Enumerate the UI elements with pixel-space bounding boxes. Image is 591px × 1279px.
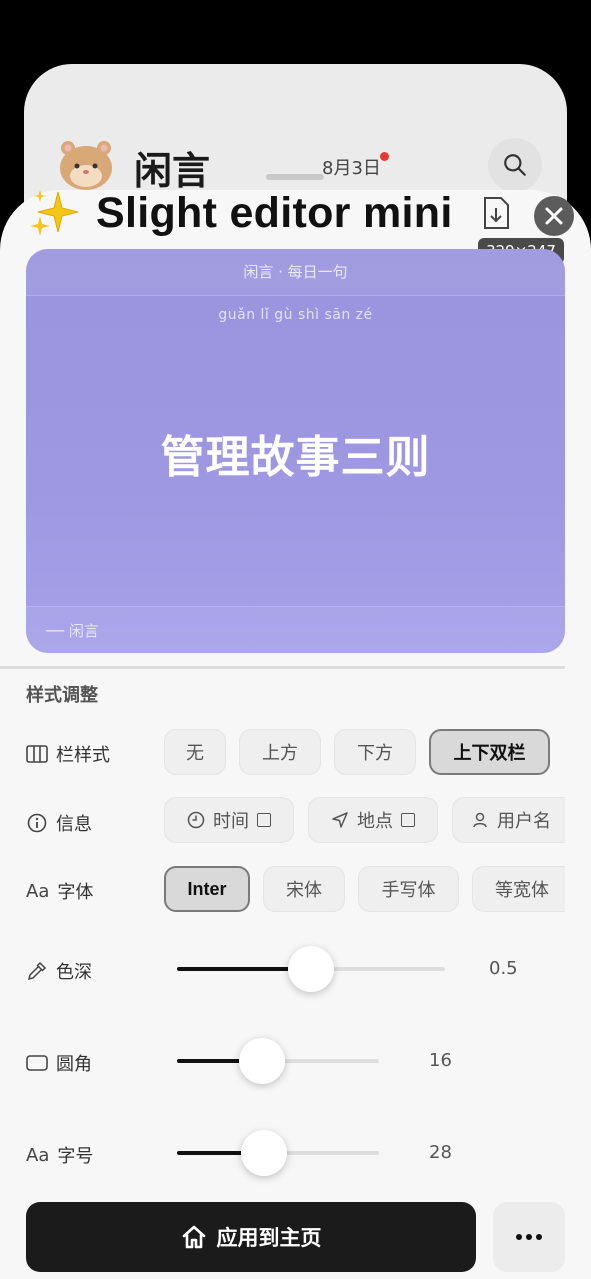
style-section-title: 样式调整 <box>26 685 98 706</box>
search-icon <box>504 154 526 176</box>
radius-label: 圆角 <box>26 1050 92 1076</box>
more-dots-icon <box>516 1234 542 1240</box>
background-date: 8月3日 <box>322 158 381 179</box>
font-size-thumb[interactable] <box>240 1130 287 1176</box>
section-divider <box>0 666 565 669</box>
close-button[interactable] <box>534 196 574 236</box>
font-size-value: 28 <box>429 1142 452 1163</box>
time-checkbox[interactable] <box>257 813 271 827</box>
preview-main-text: 管理故事三则 <box>160 432 431 483</box>
columns-icon <box>26 743 48 765</box>
user-icon <box>471 811 489 829</box>
preview-signature: ── 闲言 <box>46 622 99 640</box>
info-option-time[interactable]: 时间 <box>164 797 294 843</box>
font-aa-icon: Aa <box>26 880 50 902</box>
color-depth-value: 0.5 <box>489 958 518 979</box>
sheet-header: Slight editor mini <box>28 186 453 240</box>
rounded-rect-icon <box>26 1052 48 1074</box>
font-option-song[interactable]: 宋体 <box>263 866 345 912</box>
download-file-icon[interactable] <box>482 196 510 230</box>
sheet-title: Slight editor mini <box>96 188 453 237</box>
preview-bottom-bar: ── 闲言 <box>26 606 565 653</box>
location-checkbox[interactable] <box>401 813 415 827</box>
bar-style-option-none[interactable]: 无 <box>164 729 226 775</box>
apply-to-home-button[interactable]: 应用到主页 <box>26 1202 476 1272</box>
clock-icon <box>187 811 205 829</box>
background-search-button <box>488 138 542 192</box>
preview-pinyin: guǎn lǐ gù shì sān zé <box>218 307 373 323</box>
info-option-username[interactable]: 用户名 <box>452 797 565 843</box>
radius-value: 16 <box>429 1050 452 1071</box>
info-option-location[interactable]: 地点 <box>308 797 438 843</box>
home-icon <box>181 1225 207 1249</box>
preview-card: 闲言 · 每日一句 guǎn lǐ gù shì sān zé 管理故事三则 ─… <box>26 249 565 653</box>
more-options-button[interactable] <box>493 1202 565 1272</box>
font-option-handwriting[interactable]: 手写体 <box>358 866 459 912</box>
background-drag-handle <box>266 174 324 180</box>
preview-top-bar: 闲言 · 每日一句 <box>26 249 565 296</box>
color-depth-thumb[interactable] <box>288 946 334 992</box>
info-label: 信息 <box>26 810 92 836</box>
hamster-avatar-icon <box>60 141 112 190</box>
eyedropper-icon <box>26 960 48 982</box>
sparkles-icon <box>30 190 79 236</box>
bar-style-option-top[interactable]: 上方 <box>239 729 321 775</box>
font-label: Aa 字体 <box>26 880 94 904</box>
font-option-monospace[interactable]: 等宽体 <box>472 866 565 912</box>
radius-thumb[interactable] <box>238 1038 285 1084</box>
bar-style-option-bottom[interactable]: 下方 <box>334 729 416 775</box>
location-arrow-icon <box>331 811 349 829</box>
font-option-inter[interactable]: Inter <box>164 866 250 912</box>
preview-top-caption: 闲言 · 每日一句 <box>243 263 348 281</box>
bar-style-option-both[interactable]: 上下双栏 <box>429 729 550 775</box>
font-size-aa-icon: Aa <box>26 1144 50 1166</box>
info-icon <box>26 812 48 834</box>
bar-style-label: 栏样式 <box>26 741 110 767</box>
font-size-label: Aa 字号 <box>26 1144 94 1168</box>
color-depth-label: 色深 <box>26 958 92 984</box>
notification-dot <box>380 152 389 161</box>
close-icon <box>545 207 563 225</box>
